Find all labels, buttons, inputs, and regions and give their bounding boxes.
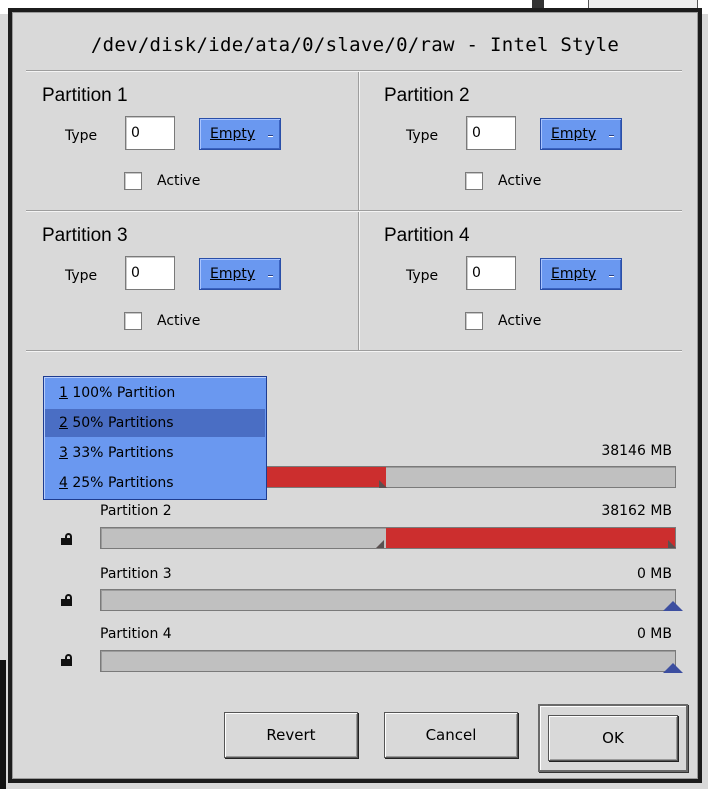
active-label: Active <box>498 173 542 189</box>
partition-1-type-menu[interactable]: Empty <box>199 118 281 150</box>
slider-triangle-icon[interactable] <box>376 540 384 548</box>
partition-size: 0 MB <box>636 626 672 642</box>
partition-2-size-bar[interactable] <box>100 527 676 549</box>
partition-grid-divider-horizontal <box>26 210 682 212</box>
menu-item-label: 25% Partitions <box>67 475 174 491</box>
type-label: Type <box>406 128 439 144</box>
desktop-edge <box>0 660 6 789</box>
menu-caret-icon <box>609 275 614 276</box>
revert-button[interactable]: Revert <box>224 712 358 758</box>
menu-caret-icon <box>609 135 614 136</box>
partition-2-type-field[interactable] <box>466 116 516 150</box>
menu-item-label: 33% Partitions <box>67 445 174 461</box>
partition-4-active-checkbox[interactable] <box>465 312 483 330</box>
title-divider <box>26 70 682 72</box>
menu-label: Empty <box>551 126 597 142</box>
partition-dialog: /dev/disk/ide/ata/0/slave/0/raw - Intel … <box>8 8 702 783</box>
partition-heading: Partition 2 <box>384 85 470 106</box>
partition-name: Partition 2 <box>100 503 172 519</box>
unlocked-padlock-icon[interactable] <box>60 654 74 666</box>
partition-3-type-menu[interactable]: Empty <box>199 258 281 290</box>
partition-preset-menu: 1 100% Partition 2 50% Partitions 3 33% … <box>43 376 267 500</box>
menu-label: Empty <box>210 126 256 142</box>
partition-3-active-checkbox[interactable] <box>124 312 142 330</box>
partition-1-type-field[interactable] <box>125 116 175 150</box>
partition-3-size-bar[interactable] <box>100 589 676 611</box>
slider-triangle-icon[interactable] <box>668 540 676 548</box>
partition-name: Partition 4 <box>100 626 172 642</box>
window-title: /dev/disk/ide/ata/0/slave/0/raw - Intel … <box>90 34 620 56</box>
partition-4-size-bar[interactable] <box>100 650 676 672</box>
partition-size: 38146 MB <box>601 443 672 459</box>
partition-heading: Partition 3 <box>42 225 128 246</box>
type-label: Type <box>65 268 98 284</box>
preset-menu-item-selected[interactable]: 2 50% Partitions <box>45 409 265 437</box>
menu-label: Empty <box>551 266 597 282</box>
menu-item-shortcut: 3 <box>59 445 68 461</box>
menu-caret-icon <box>268 135 273 136</box>
partition-size: 0 MB <box>636 566 672 582</box>
menu-item-label: 50% Partitions <box>67 415 174 431</box>
menu-item-shortcut: 1 <box>59 385 68 401</box>
active-label: Active <box>157 173 201 189</box>
partition-4-type-menu[interactable]: Empty <box>540 258 622 290</box>
menu-item-shortcut: 4 <box>59 475 68 491</box>
partition-name: Partition 3 <box>100 566 172 582</box>
partition-4-type-field[interactable] <box>466 256 516 290</box>
partition-size: 38162 MB <box>601 503 672 519</box>
partition-2-type-menu[interactable]: Empty <box>540 118 622 150</box>
default-button-frame: OK <box>538 704 688 772</box>
unlocked-padlock-icon[interactable] <box>60 594 74 606</box>
slider-triangle-icon[interactable] <box>379 480 387 488</box>
slider-triangle-icon[interactable] <box>663 601 683 611</box>
partition-3-type-field[interactable] <box>125 256 175 290</box>
type-label: Type <box>65 128 98 144</box>
partition-2-active-checkbox[interactable] <box>465 172 483 190</box>
preset-menu-item[interactable]: 3 33% Partitions <box>45 439 265 467</box>
partition-grid-divider-bottom <box>26 350 682 352</box>
menu-caret-icon <box>268 275 273 276</box>
preset-menu-item[interactable]: 4 25% Partitions <box>45 469 265 497</box>
menu-item-label: 100% Partition <box>67 385 176 401</box>
partition-heading: Partition 1 <box>42 85 128 106</box>
unlocked-padlock-icon[interactable] <box>60 533 74 545</box>
active-label: Active <box>498 313 542 329</box>
preset-menu-item[interactable]: 1 100% Partition <box>45 379 265 407</box>
slider-triangle-icon[interactable] <box>663 663 683 673</box>
type-label: Type <box>406 268 439 284</box>
cancel-button[interactable]: Cancel <box>384 712 518 758</box>
size-fill <box>386 528 675 548</box>
partition-heading: Partition 4 <box>384 225 470 246</box>
partition-1-active-checkbox[interactable] <box>124 172 142 190</box>
active-label: Active <box>157 313 201 329</box>
ok-button[interactable]: OK <box>548 715 678 761</box>
menu-item-shortcut: 2 <box>59 415 68 431</box>
menu-label: Empty <box>210 266 256 282</box>
